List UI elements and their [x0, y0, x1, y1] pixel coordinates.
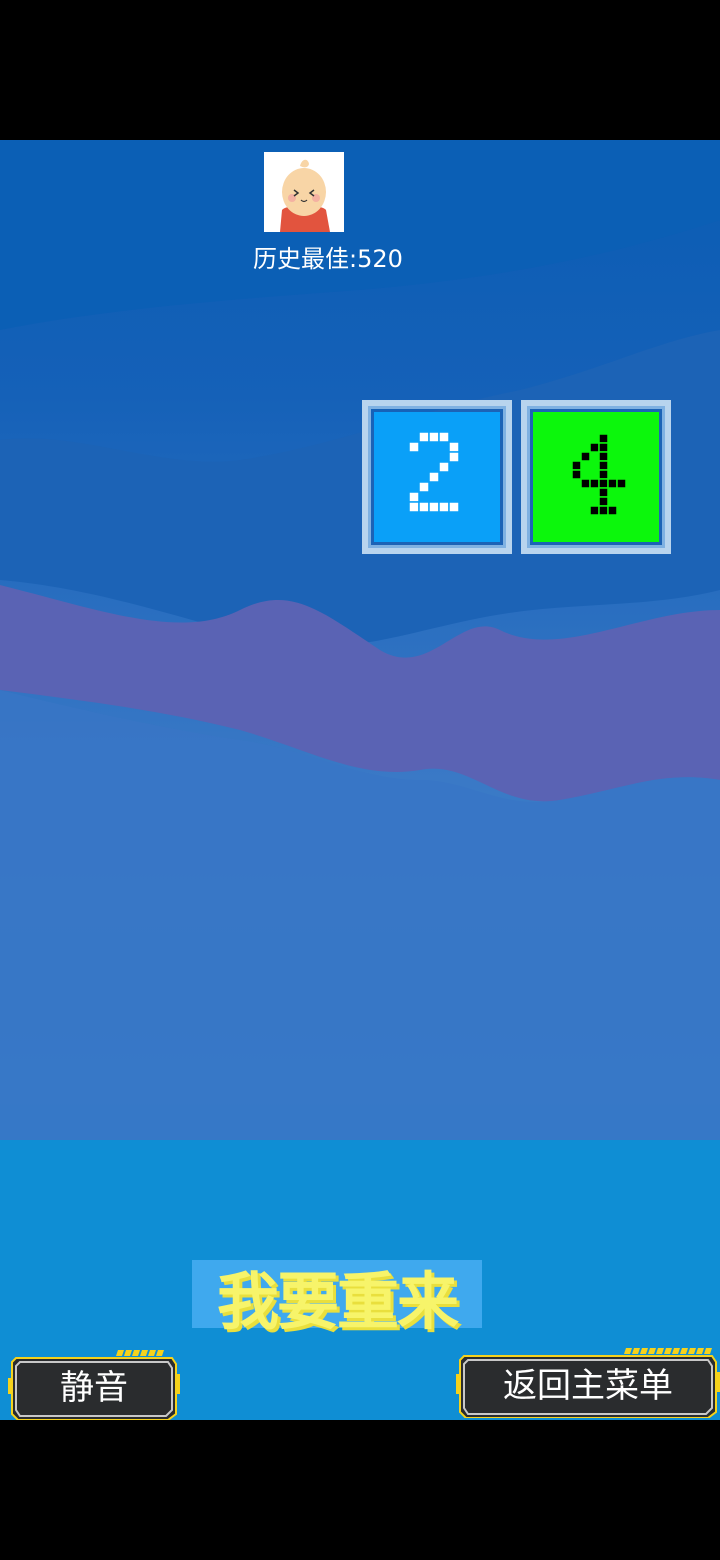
main-menu-button[interactable]: 返回主菜单 — [456, 1346, 720, 1418]
wave-band-top — [0, 140, 720, 330]
mute-button[interactable]: 静音 — [8, 1348, 180, 1420]
tile-value: 4 — [521, 400, 671, 554]
player-avatar — [264, 152, 344, 232]
wave-background — [0, 140, 720, 1420]
tile-value: 2 — [362, 400, 512, 554]
navigation-bar-area — [0, 1420, 720, 1560]
egg-character-icon — [264, 152, 344, 232]
game-area: 历史最佳:520 2 — [0, 140, 720, 1420]
main-menu-button-label: 返回主菜单 — [503, 1365, 673, 1406]
mute-button-label: 静音 — [60, 1367, 128, 1408]
restart-button[interactable]: 我要重来 — [192, 1256, 482, 1338]
status-bar-area — [0, 0, 720, 140]
best-score-label: 历史最佳:520 — [253, 245, 403, 273]
tile-4: 4 — [521, 400, 671, 554]
tile-2: 2 — [362, 400, 512, 554]
